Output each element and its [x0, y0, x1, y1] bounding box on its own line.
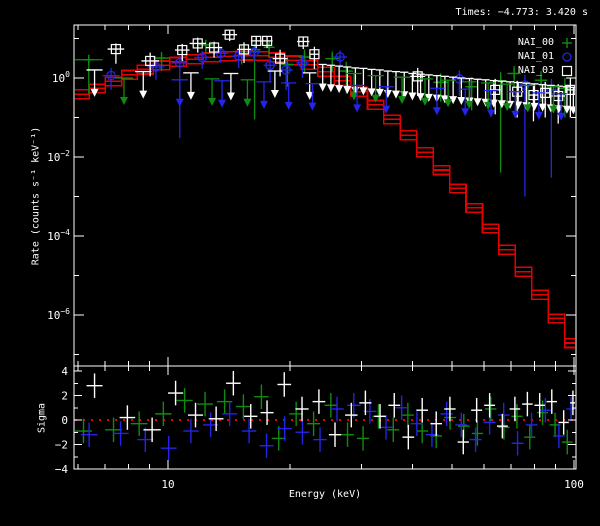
- svg-text:10−2: 10−2: [47, 149, 70, 164]
- legend-label-nai00: NAI_00: [517, 37, 554, 48]
- circle-marker-icon: [558, 50, 576, 64]
- x-axis-label: Energy (keV): [288, 489, 362, 500]
- svg-text:−2: −2: [55, 439, 68, 452]
- svg-text:−4: −4: [55, 463, 69, 476]
- svg-text:10−6: 10−6: [47, 307, 70, 322]
- svg-text:0: 0: [61, 414, 68, 427]
- y-axis-label-sigma: Sigma: [36, 402, 48, 434]
- legend-row-nai00: NAI_00: [518, 37, 576, 49]
- svg-text:10−4: 10−4: [47, 228, 70, 243]
- svg-text:100: 100: [52, 70, 70, 85]
- spectral-fit-screen: 10 100 100 10−2 10−4 10−6 4 2 0 −2 −4 Times: −4.77…: [0, 0, 600, 526]
- plus-marker-icon: [558, 36, 576, 50]
- y-axis-label-rate: Rate (counts s⁻¹ keV⁻¹): [30, 126, 42, 266]
- detector-legend: NAI_00 NAI_01 NAI_03: [518, 37, 576, 77]
- legend-label-nai03: NAI_03: [517, 65, 554, 76]
- time-interval-label: Times: −4.773: 3.420 s: [455, 7, 588, 18]
- legend-row-nai01: NAI_01: [518, 51, 576, 63]
- svg-text:2: 2: [61, 390, 68, 403]
- legend-row-nai03: NAI_03: [518, 65, 576, 77]
- legend-label-nai01: NAI_01: [517, 51, 554, 62]
- svg-text:4: 4: [61, 365, 68, 378]
- spectrum-plot-svg: 10 10010010−210−410−6420−2−4: [47, 24, 584, 491]
- square-marker-icon: [558, 64, 576, 78]
